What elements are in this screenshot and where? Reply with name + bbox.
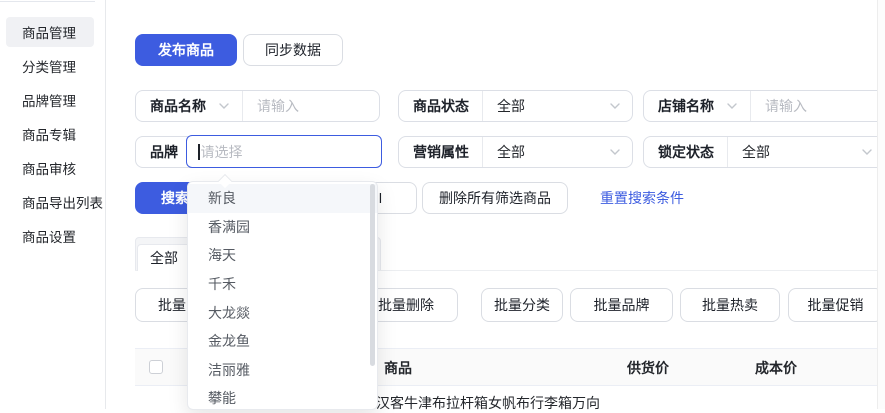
product-name-select[interactable]: 商品名称 bbox=[136, 91, 242, 121]
publish-product-button[interactable]: 发布商品 bbox=[135, 34, 237, 66]
brand-input-placeholder: 请选择 bbox=[201, 142, 243, 162]
selected-value: 全部 bbox=[497, 96, 525, 116]
chevron-down-icon bbox=[610, 149, 620, 155]
product-name-input[interactable] bbox=[257, 98, 367, 114]
brand-option[interactable]: 洁丽雅 bbox=[188, 356, 377, 385]
sidebar-top-divider bbox=[0, 1, 95, 2]
tab-all[interactable]: 全部 bbox=[137, 244, 191, 271]
brand-input[interactable]: 请选择 bbox=[186, 135, 382, 168]
text-cursor bbox=[198, 144, 200, 160]
sidebar-item-label: 商品设置 bbox=[22, 226, 76, 246]
sidebar-item-product-settings[interactable]: 商品设置 bbox=[0, 219, 106, 253]
batch-brand-button[interactable]: 批量品牌 bbox=[570, 288, 673, 322]
sidebar-item-label: 商品导出列表 bbox=[22, 192, 103, 212]
sidebar-item-label: 商品管理 bbox=[22, 22, 76, 42]
batch-hot-sale-button[interactable]: 批量热卖 bbox=[680, 288, 780, 322]
filter-marketing-attribute: 营销属性 全部 bbox=[398, 136, 633, 168]
column-header-cost-price: 成本价 bbox=[755, 349, 797, 387]
chevron-down-icon bbox=[727, 103, 737, 109]
column-header-product: 商品 bbox=[384, 349, 412, 387]
lock-status-select[interactable]: 全部 bbox=[728, 137, 884, 167]
reset-search-link[interactable]: 重置搜索条件 bbox=[600, 182, 684, 214]
sidebar-item-category-management[interactable]: 分类管理 bbox=[0, 49, 106, 83]
brand-dropdown: 新良 香满园 海天 千禾 大龙燚 金龙鱼 洁丽雅 攀能 bbox=[187, 181, 378, 410]
sync-data-button[interactable]: 同步数据 bbox=[243, 34, 343, 66]
brand-dropdown-list: 新良 香满园 海天 千禾 大龙燚 金龙鱼 洁丽雅 攀能 bbox=[188, 182, 377, 409]
filter-label: 店铺名称 bbox=[658, 96, 714, 116]
brand-option[interactable]: 新良 bbox=[188, 184, 377, 213]
dropdown-scrollbar[interactable] bbox=[370, 184, 375, 366]
shop-name-select[interactable]: 店铺名称 bbox=[644, 91, 750, 121]
batch-promotion-button[interactable]: 批量促销 bbox=[788, 288, 883, 322]
sidebar: 商品管理 分类管理 品牌管理 商品专辑 商品审核 商品导出列表 商品设置 bbox=[0, 0, 106, 409]
delete-filtered-products-button[interactable]: 删除所有筛选商品 bbox=[422, 182, 568, 214]
chevron-down-icon bbox=[219, 103, 229, 109]
sidebar-item-product-management[interactable]: 商品管理 bbox=[0, 15, 106, 49]
filter-label: 营销属性 bbox=[413, 142, 469, 162]
sidebar-item-label: 商品专辑 bbox=[22, 124, 76, 144]
filter-shop-name: 店铺名称 bbox=[643, 90, 885, 122]
filter-label: 锁定状态 bbox=[658, 142, 714, 162]
select-all-checkbox[interactable] bbox=[149, 360, 163, 374]
shop-name-input[interactable] bbox=[765, 98, 872, 114]
chevron-down-icon bbox=[610, 103, 620, 109]
filter-label: 商品名称 bbox=[150, 96, 206, 116]
column-header-supply-price: 供货价 bbox=[627, 349, 669, 387]
filter-label: 品牌 bbox=[150, 142, 178, 162]
product-status-select[interactable]: 全部 bbox=[483, 91, 632, 121]
filter-label: 商品状态 bbox=[413, 96, 469, 116]
brand-option[interactable]: 大龙燚 bbox=[188, 298, 377, 327]
brand-option[interactable]: 香满园 bbox=[188, 213, 377, 242]
sidebar-item-label: 品牌管理 bbox=[22, 90, 76, 110]
sidebar-item-product-review[interactable]: 商品审核 bbox=[0, 151, 106, 185]
sidebar-item-label: 商品审核 bbox=[22, 158, 76, 178]
filter-product-name: 商品名称 bbox=[135, 90, 380, 122]
selected-value: 全部 bbox=[742, 142, 770, 162]
batch-category-button[interactable]: 批量分类 bbox=[481, 288, 563, 322]
filter-product-status: 商品状态 全部 bbox=[398, 90, 633, 122]
sidebar-item-label: 分类管理 bbox=[22, 56, 76, 76]
selected-value: 全部 bbox=[497, 142, 525, 162]
brand-option[interactable]: 海天 bbox=[188, 241, 377, 270]
sidebar-item-product-album[interactable]: 商品专辑 bbox=[0, 117, 106, 151]
sidebar-item-brand-management[interactable]: 品牌管理 bbox=[0, 83, 106, 117]
brand-option[interactable]: 金龙鱼 bbox=[188, 327, 377, 356]
tab-label: 全部 bbox=[150, 248, 178, 268]
page-scrollbar[interactable] bbox=[877, 0, 885, 409]
table-row-product-name[interactable]: 汉客牛津布拉杆箱女帆布行李箱万向 bbox=[376, 393, 600, 413]
chevron-down-icon bbox=[862, 149, 872, 155]
sidebar-item-product-export-list[interactable]: 商品导出列表 bbox=[0, 185, 106, 219]
brand-option[interactable]: 攀能 bbox=[188, 384, 377, 409]
filter-lock-status: 锁定状态 全部 bbox=[643, 136, 885, 168]
brand-option[interactable]: 千禾 bbox=[188, 270, 377, 299]
marketing-attribute-select[interactable]: 全部 bbox=[483, 137, 632, 167]
